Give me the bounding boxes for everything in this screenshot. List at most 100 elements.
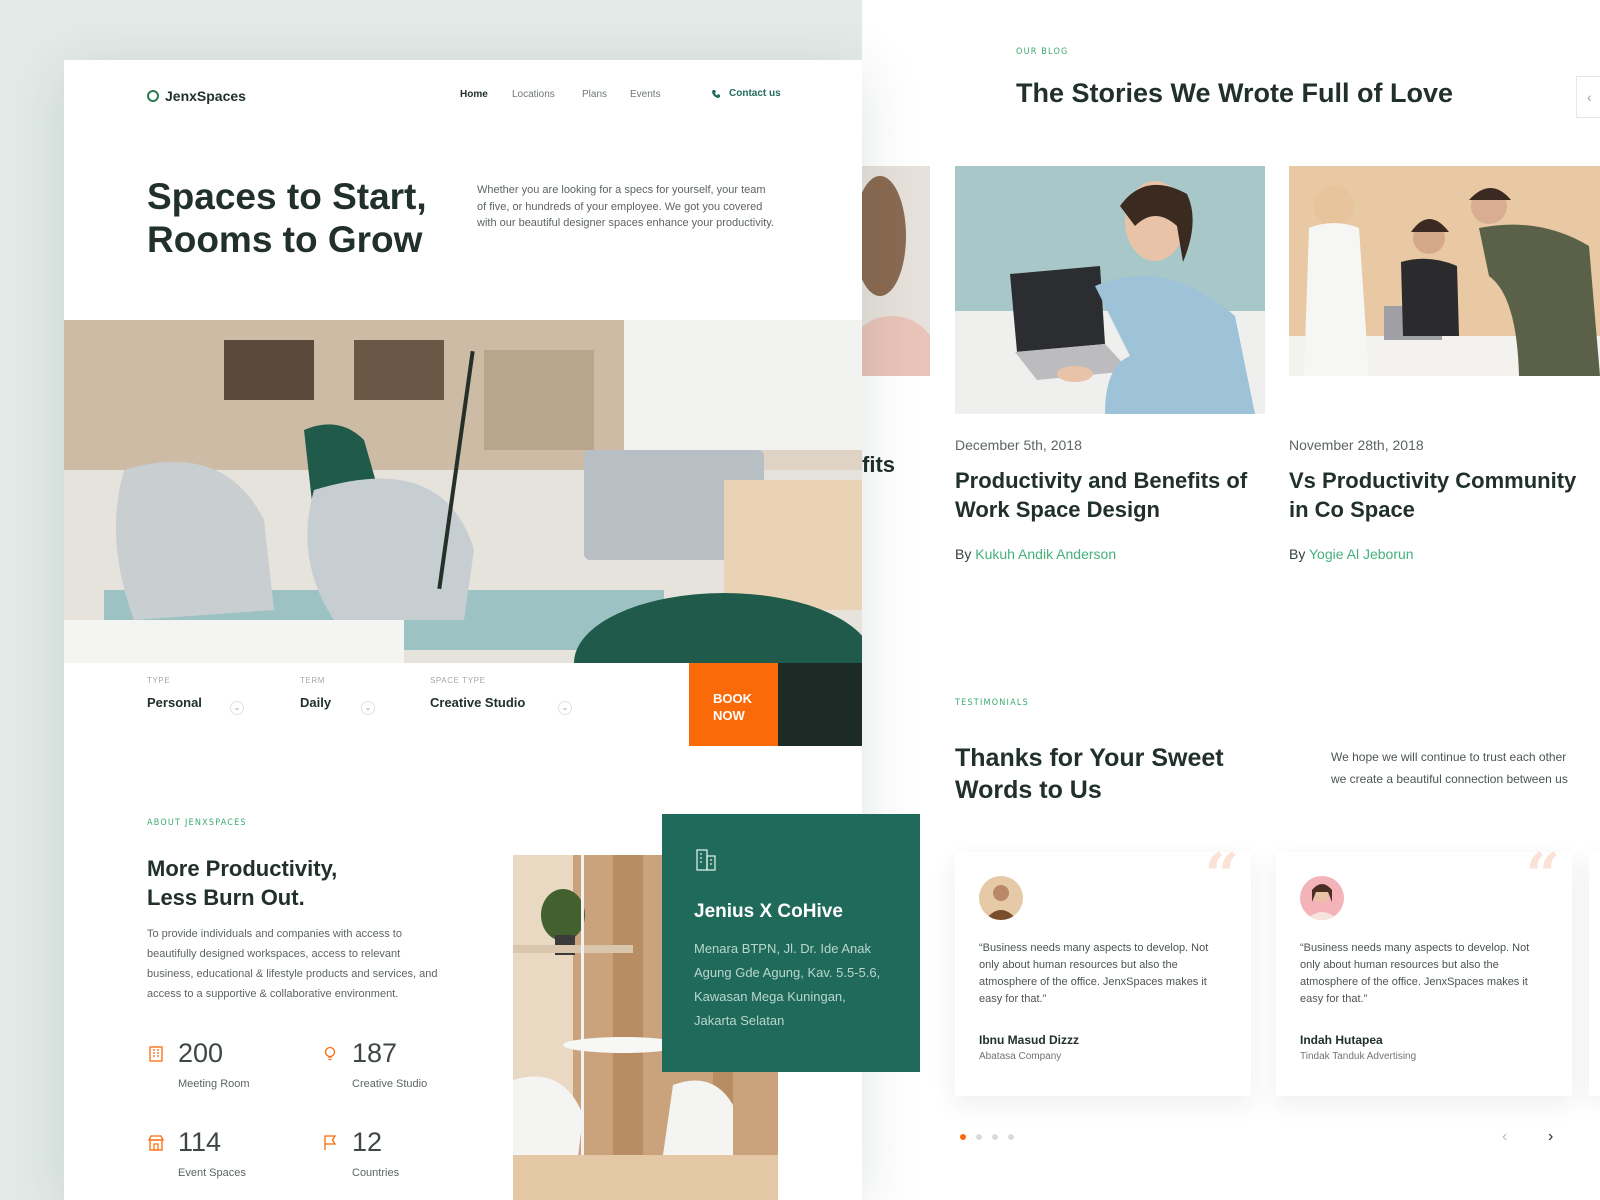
woman-laptop-illustration	[955, 166, 1265, 414]
testimonial-card: “ “Business needs many aspects to develo…	[955, 846, 1251, 1096]
space-type-label: SPACE TYPE	[430, 676, 486, 685]
testimonials-kicker: TESTIMONIALS	[955, 698, 1029, 708]
book-now-label: NOW	[713, 708, 745, 723]
partial-post-image	[862, 166, 930, 376]
location-card[interactable]: Jenius X CoHive Menara BTPN, Jl. Dr. Ide…	[662, 814, 920, 1072]
space-type-field[interactable]: SPACE TYPE Creative Studio	[430, 676, 525, 710]
contact-label: Contact us	[729, 88, 781, 99]
stat-label: Meeting Room	[178, 1078, 250, 1090]
chevron-right-icon[interactable]: ›	[1548, 1128, 1553, 1146]
chevron-down-icon[interactable]: ⌄	[230, 701, 244, 715]
post-image[interactable]	[955, 166, 1265, 414]
chevron-down-icon[interactable]: ⌄	[558, 701, 572, 715]
post-title[interactable]: Productivity and Benefits of Work Space …	[955, 466, 1255, 524]
quote-icon: “	[1525, 841, 1560, 911]
lounge-illustration	[64, 320, 862, 663]
location-title: Jenius X CoHive	[694, 901, 843, 922]
office-building-icon	[696, 849, 716, 871]
book-bar-dark-block	[778, 663, 862, 746]
type-value: Personal	[147, 695, 202, 710]
team-meeting-illustration	[1289, 166, 1600, 376]
hero-title: Spaces to Start, Rooms to Grow	[147, 175, 427, 261]
avatar	[979, 876, 1023, 920]
quote-icon: “	[1204, 841, 1239, 911]
nav-home[interactable]: Home	[460, 89, 488, 100]
carousel-prev-button[interactable]: ‹	[1576, 76, 1600, 118]
stat-label: Countries	[352, 1167, 400, 1179]
lightbulb-icon	[324, 1046, 336, 1061]
contact-link[interactable]: Contact us	[711, 88, 781, 99]
flag-icon	[324, 1135, 337, 1150]
type-field[interactable]: TYPE Personal	[147, 676, 202, 710]
testimonials-title: Thanks for Your Sweet Words to Us	[955, 742, 1224, 806]
term-field[interactable]: TERM Daily	[300, 676, 331, 710]
pagination-dot-active[interactable]	[960, 1134, 966, 1140]
stat-value: 114	[178, 1127, 222, 1157]
chevron-left-icon[interactable]: ‹	[1502, 1128, 1507, 1146]
post-byline: By Yogie Al Jeborun	[1289, 546, 1414, 562]
book-now-button[interactable]: BOOK NOW	[689, 663, 778, 746]
blog-title: The Stories We Wrote Full of Love	[1016, 78, 1454, 108]
space-type-value: Creative Studio	[430, 695, 526, 710]
testimonial-company: Tindak Tanduk Advertising	[1300, 1051, 1417, 1062]
partial-post-title: fits	[862, 452, 895, 477]
stat-value: 187	[352, 1038, 398, 1068]
blog-kicker: OUR BLOG	[1016, 47, 1069, 57]
post-date: November 28th, 2018	[1289, 437, 1424, 453]
chevron-down-icon[interactable]: ⌄	[361, 701, 375, 715]
logo[interactable]: JenxSpaces	[147, 88, 246, 104]
phone-icon	[712, 89, 720, 98]
post-author-link[interactable]: Kukuh Andik Anderson	[975, 546, 1116, 562]
testimonials-intro-line: We hope we will continue to trust each o…	[1331, 750, 1567, 764]
brand-name: JenxSpaces	[165, 88, 246, 104]
hero-title-line: Rooms to Grow	[147, 219, 423, 260]
logo-circle-icon	[147, 90, 159, 102]
pagination-dot[interactable]	[976, 1134, 982, 1140]
pagination-dot[interactable]	[992, 1134, 998, 1140]
testimonial-quote: “Business needs many aspects to develop.…	[979, 942, 1209, 1005]
testimonial-name: Indah Hutapea	[1300, 1033, 1383, 1047]
testimonial-card: “ “Business needs many aspects to develo…	[1276, 846, 1572, 1096]
hero-description: Whether you are looking for a specs for …	[477, 184, 774, 229]
post-by-label: By	[1289, 546, 1306, 562]
post-author-link[interactable]: Yogie Al Jeborun	[1309, 546, 1414, 562]
blog-panel: OUR BLOG The Stories We Wrote Full of Lo…	[862, 0, 1600, 1200]
stat-value: 12	[352, 1127, 383, 1157]
type-label: TYPE	[147, 676, 171, 685]
term-value: Daily	[300, 695, 332, 710]
testimonial-pagination	[960, 1134, 1014, 1140]
location-address: Menara BTPN, Jl. Dr. Ide Anak Agung Gde …	[694, 941, 881, 1028]
about-description: To provide individuals and companies wit…	[147, 928, 438, 1000]
post-by-label: By	[955, 546, 972, 562]
hero-title-line: Spaces to Start,	[147, 176, 427, 217]
post-byline: By Kukuh Andik Anderson	[955, 546, 1116, 562]
testimonials-intro-line: we create a beautiful connection between…	[1331, 772, 1568, 786]
testimonial-card-partial	[1589, 852, 1600, 1096]
post-title[interactable]: Vs Productivity Community in Co Space	[1289, 466, 1589, 524]
about-title-line: Less Burn Out.	[147, 885, 305, 910]
pagination-dot[interactable]	[1008, 1134, 1014, 1140]
nav-events[interactable]: Events	[630, 89, 661, 100]
testimonial-company: Abatasa Company	[979, 1051, 1062, 1062]
avatar-illustration	[1300, 876, 1344, 920]
testimonials-title-line: Thanks for Your Sweet	[955, 744, 1224, 772]
about-title-line: More Productivity,	[147, 856, 338, 881]
stat-value: 200	[178, 1038, 224, 1068]
testimonial-name: Ibnu Masud Dizzz	[979, 1033, 1079, 1047]
term-label: TERM	[300, 676, 326, 685]
avatar-illustration	[979, 876, 1023, 920]
nav-plans[interactable]: Plans	[582, 89, 607, 100]
post-date: December 5th, 2018	[955, 437, 1082, 453]
nav-locations[interactable]: Locations	[512, 89, 555, 100]
avatar	[1300, 876, 1344, 920]
book-now-label: BOOK	[713, 691, 752, 706]
post-image[interactable]	[1289, 166, 1600, 376]
hero-image	[64, 320, 862, 663]
stat-label: Creative Studio	[352, 1078, 428, 1090]
stat-label: Event Spaces	[178, 1167, 246, 1179]
building-icon	[149, 1046, 163, 1062]
about-kicker: ABOUT JENXSPACES	[147, 818, 247, 828]
testimonials-intro: We hope we will continue to trust each o…	[1331, 746, 1600, 790]
store-icon	[147, 1135, 165, 1151]
about-title: More Productivity, Less Burn Out.	[147, 854, 337, 912]
